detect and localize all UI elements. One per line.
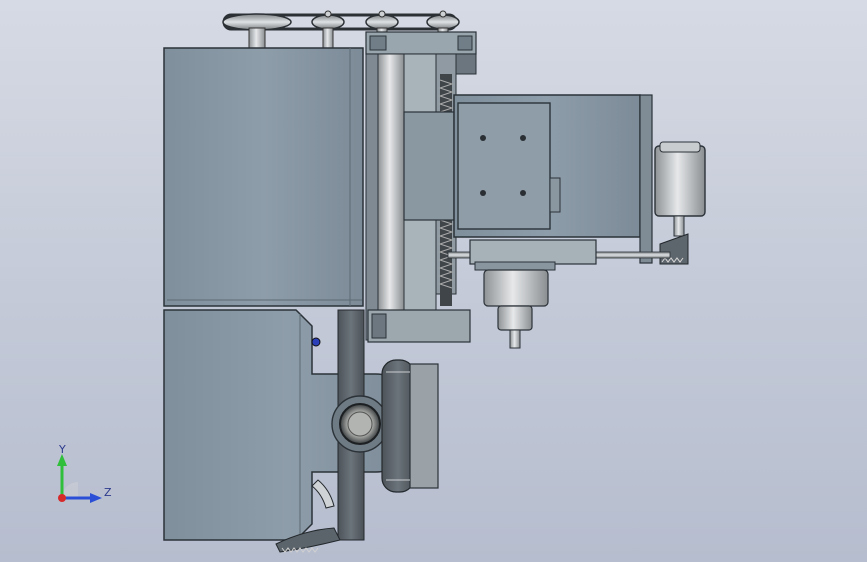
lower-housing[interactable]: [163, 309, 411, 541]
rotary-disc[interactable]: [381, 359, 439, 493]
milling-head-3d-model[interactable]: [0, 0, 867, 562]
cad-3d-viewport[interactable]: Y Z: [0, 0, 867, 562]
x-axis-origin: [58, 494, 66, 502]
upper-housing[interactable]: [163, 47, 364, 307]
axis-triad: [57, 454, 102, 503]
y-axis-label: Y: [59, 443, 66, 456]
z-axis-label: Z: [104, 486, 112, 499]
